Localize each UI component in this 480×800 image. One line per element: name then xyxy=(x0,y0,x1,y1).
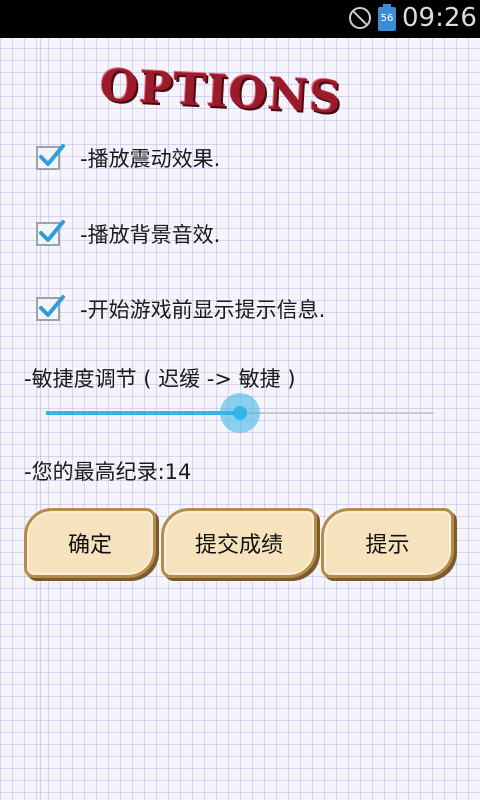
checkmark-icon xyxy=(39,295,65,317)
option-background-sound[interactable]: -播放背景音效. xyxy=(36,214,220,254)
vibration-label: -播放震动效果. xyxy=(80,147,221,171)
status-bar: 56 09:26 xyxy=(0,0,480,38)
hint-button[interactable]: 提示 xyxy=(321,508,454,578)
high-score-label: -您的最高纪录:14 xyxy=(24,460,192,484)
option-show-hints[interactable]: -开始游戏前显示提示信息. xyxy=(36,289,325,329)
show-hints-label: -开始游戏前显示提示信息. xyxy=(80,298,326,322)
option-vibration[interactable]: -播放震动效果. xyxy=(36,138,220,178)
background-sound-checkbox[interactable] xyxy=(36,220,65,246)
options-title: OPTIONS xyxy=(98,60,344,124)
vibration-checkbox[interactable] xyxy=(36,144,65,170)
battery-icon: 56 xyxy=(378,4,396,31)
background-sound-label: -播放背景音效. xyxy=(80,223,221,247)
confirm-button[interactable]: 确定 xyxy=(24,508,156,578)
do-not-disturb-icon xyxy=(349,7,371,29)
slider-fill xyxy=(46,411,240,415)
sensitivity-label: -敏捷度调节 ( 迟缓 -> 敏捷 ) xyxy=(24,367,296,391)
checkmark-icon xyxy=(39,144,65,166)
show-hints-checkbox[interactable] xyxy=(36,295,65,321)
checkmark-icon xyxy=(39,220,65,242)
status-clock: 09:26 xyxy=(402,3,477,33)
slider-thumb[interactable] xyxy=(233,406,247,420)
sensitivity-slider[interactable] xyxy=(46,393,434,433)
submit-score-button[interactable]: 提交成绩 xyxy=(161,508,317,578)
